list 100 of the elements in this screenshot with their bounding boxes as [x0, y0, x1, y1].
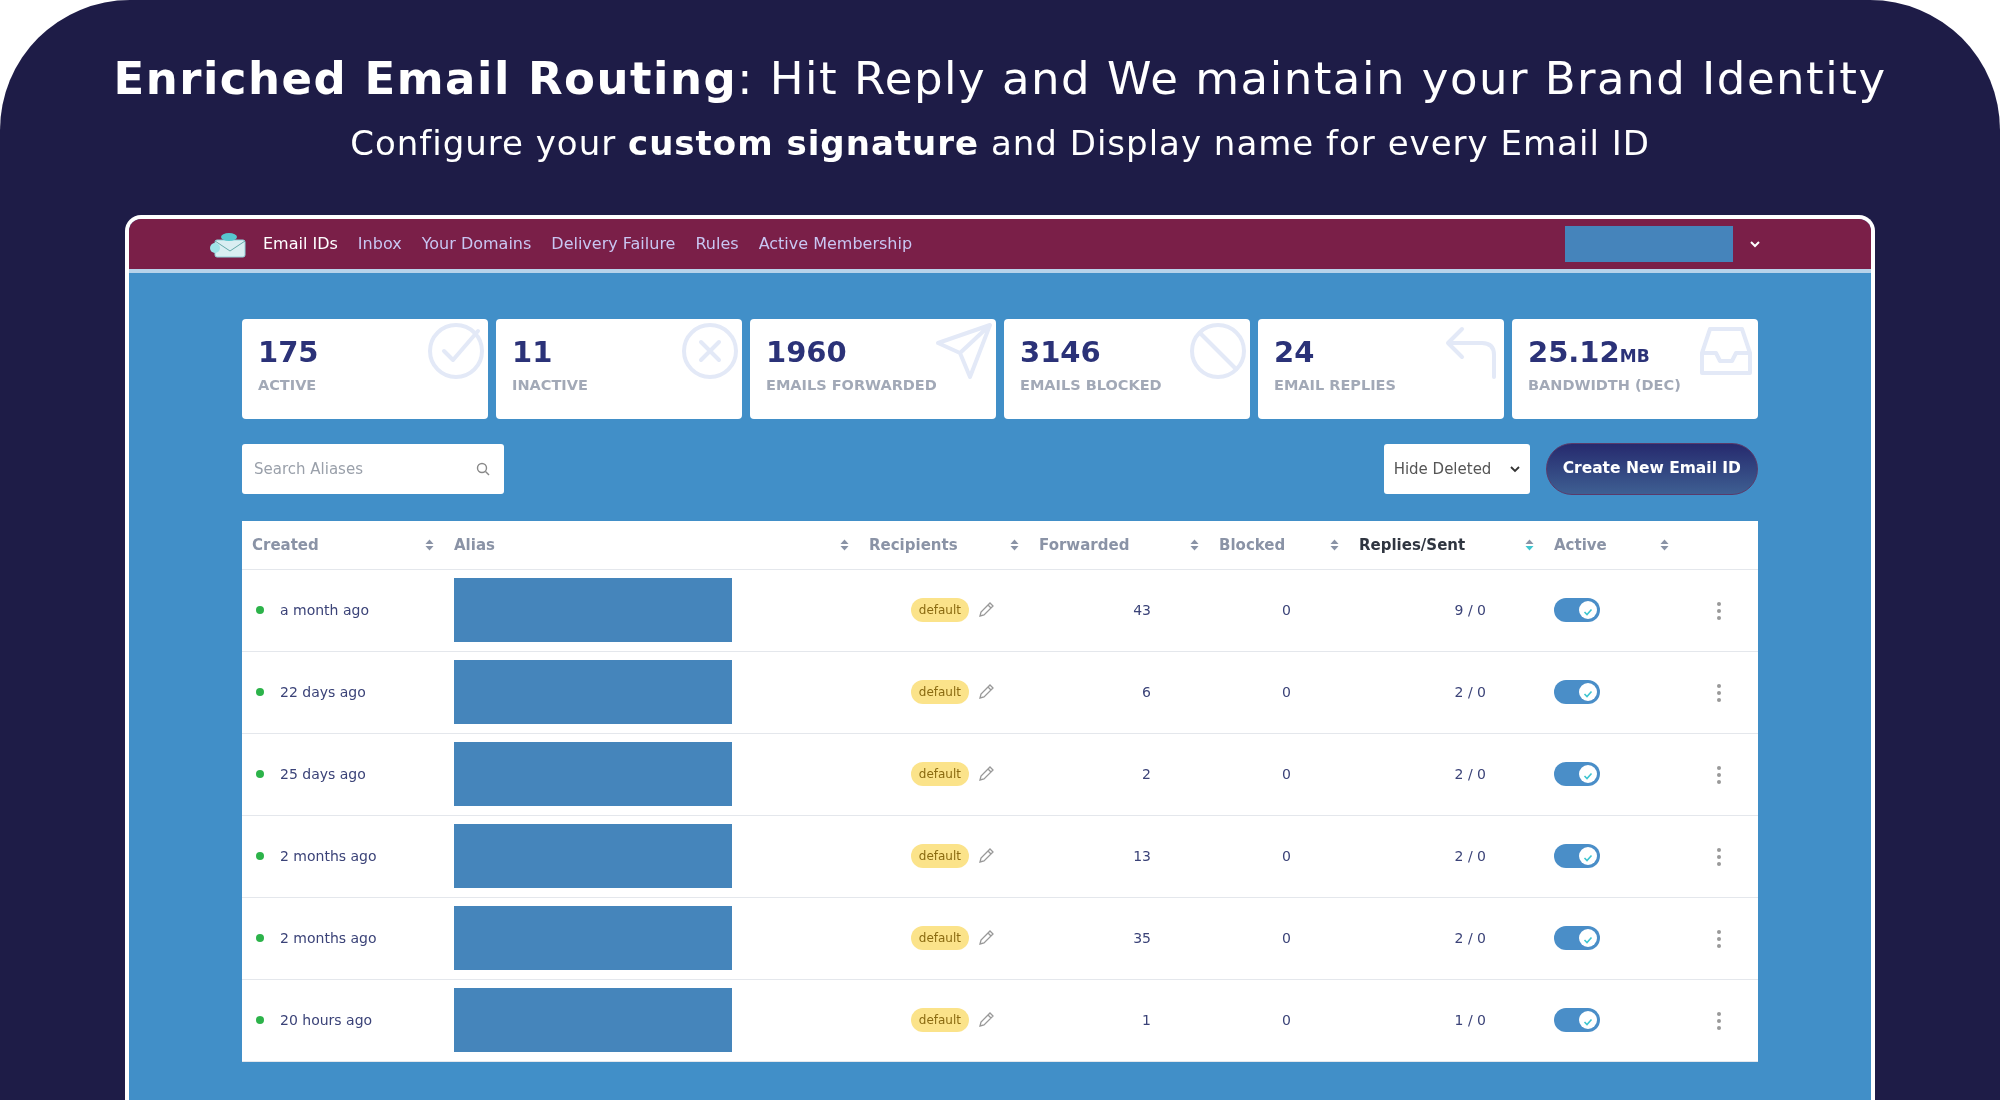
column-header[interactable]: Recipients	[869, 533, 958, 556]
blocked-count: 0	[1282, 683, 1292, 700]
replies-sent-count: 2 / 0	[1454, 929, 1487, 946]
stat-label: EMAILS FORWARDED	[766, 375, 938, 395]
sort-icon[interactable]	[1660, 538, 1669, 551]
replies-sent-count: 2 / 0	[1454, 683, 1487, 700]
status-dot	[256, 688, 264, 696]
replies-sent-count: 2 / 0	[1454, 765, 1487, 782]
pencil-icon[interactable]	[977, 847, 995, 865]
stat-value: 1960	[766, 337, 848, 369]
search-icon	[476, 462, 490, 476]
status-dot	[256, 606, 264, 614]
forwarded-count: 1	[1142, 1011, 1152, 1028]
created-time: 25 days ago	[280, 764, 366, 784]
recipient-tag: default	[910, 680, 969, 704]
headline: Enriched Email Routing: Hit Reply and We maintain your Brand Identity	[112, 52, 1888, 106]
blocked-count: 0	[1282, 847, 1292, 864]
recipient-tag: default	[910, 844, 969, 868]
column-header[interactable]: Blocked	[1219, 533, 1286, 556]
active-toggle[interactable]	[1554, 598, 1600, 622]
nav-link[interactable]: Active Membership	[758, 232, 913, 256]
stat-value: 175	[258, 337, 320, 369]
active-toggle[interactable]	[1554, 680, 1600, 704]
replies-sent-count: 1 / 0	[1454, 1011, 1487, 1028]
sort-icon[interactable]	[1190, 538, 1199, 551]
pencil-icon[interactable]	[977, 683, 995, 701]
stat-label: BANDWIDTH (DEC)	[1528, 375, 1682, 395]
recipient-tag: default	[910, 598, 969, 622]
created-time: a month ago	[280, 600, 369, 620]
sort-icon[interactable]	[1525, 538, 1534, 551]
active-toggle[interactable]	[1554, 1008, 1600, 1032]
subheadline: Configure your custom signature and Display name for every Email ID	[349, 122, 1651, 165]
forwarded-count: 2	[1142, 765, 1152, 782]
prohibited-icon	[1188, 321, 1248, 381]
column-header[interactable]: Alias	[454, 533, 495, 556]
active-toggle[interactable]	[1554, 762, 1600, 786]
forwarded-count: 6	[1142, 683, 1152, 700]
blocked-count: 0	[1282, 1011, 1292, 1028]
filter-value: Hide Deleted	[1393, 458, 1492, 480]
recipient-tag: default	[910, 926, 969, 950]
status-dot	[256, 1016, 264, 1024]
status-dot	[256, 934, 264, 942]
stat-label: ACTIVE	[258, 375, 318, 395]
nav-link[interactable]: Inbox	[357, 232, 402, 256]
filter-dropdown[interactable]: Hide Deleted	[1383, 444, 1530, 494]
nav-link[interactable]: Rules	[695, 232, 739, 256]
more-options-icon[interactable]	[1715, 846, 1722, 867]
sort-icon[interactable]	[1010, 538, 1019, 551]
forwarded-count: 43	[1133, 601, 1152, 618]
more-options-icon[interactable]	[1715, 682, 1722, 703]
more-options-icon[interactable]	[1715, 928, 1722, 949]
active-toggle[interactable]	[1554, 926, 1600, 950]
stat-value: 25.12MB	[1528, 337, 1651, 369]
stat-label: EMAILS BLOCKED	[1020, 375, 1163, 395]
sort-icon[interactable]	[840, 538, 849, 551]
blocked-count: 0	[1282, 765, 1292, 782]
check-circle-icon	[426, 321, 486, 381]
recipient-tag: default	[910, 1008, 969, 1032]
recipient-tag: default	[910, 762, 969, 786]
column-header[interactable]: Replies/Sent	[1359, 533, 1466, 556]
sort-icon[interactable]	[1330, 538, 1339, 551]
paper-plane-icon	[934, 321, 994, 381]
forwarded-count: 35	[1133, 929, 1152, 946]
created-time: 22 days ago	[280, 682, 366, 702]
create-email-id-button[interactable]: Create New Email ID	[1545, 443, 1758, 495]
stat-label: EMAIL REPLIES	[1274, 375, 1397, 395]
created-time: 2 months ago	[280, 846, 377, 866]
replies-sent-count: 9 / 0	[1454, 601, 1487, 618]
nav-link[interactable]: Your Domains	[421, 232, 532, 256]
pencil-icon[interactable]	[977, 1011, 995, 1029]
status-dot	[256, 852, 264, 860]
nav-link[interactable]: Email IDs	[263, 232, 338, 256]
chevron-down-icon[interactable]	[1749, 240, 1761, 248]
stat-value: 11	[512, 337, 554, 369]
search-field[interactable]: Search Aliases	[242, 444, 504, 494]
sort-icon[interactable]	[425, 538, 434, 551]
pencil-icon[interactable]	[977, 601, 995, 619]
chevron-down-icon	[1509, 465, 1520, 473]
replies-sent-count: 2 / 0	[1454, 847, 1487, 864]
forwarded-count: 13	[1133, 847, 1152, 864]
envelope-logo-icon	[209, 230, 247, 258]
stat-value: 3146	[1020, 337, 1102, 369]
pencil-icon[interactable]	[977, 765, 995, 783]
stat-value: 24	[1274, 337, 1316, 369]
created-time: 2 months ago	[280, 928, 377, 948]
column-header[interactable]: Created	[252, 533, 319, 556]
column-header[interactable]: Active	[1554, 533, 1607, 556]
active-toggle[interactable]	[1554, 844, 1600, 868]
blocked-count: 0	[1282, 929, 1292, 946]
nav-link[interactable]: Delivery Failure	[551, 232, 676, 256]
more-options-icon[interactable]	[1715, 1010, 1722, 1031]
more-options-icon[interactable]	[1715, 764, 1722, 785]
more-options-icon[interactable]	[1715, 600, 1722, 621]
pencil-icon[interactable]	[977, 929, 995, 947]
status-dot	[256, 770, 264, 778]
created-time: 20 hours ago	[280, 1010, 373, 1030]
x-circle-icon	[680, 321, 740, 381]
stat-label: INACTIVE	[512, 375, 589, 395]
blocked-count: 0	[1282, 601, 1292, 618]
column-header[interactable]: Forwarded	[1039, 533, 1130, 556]
